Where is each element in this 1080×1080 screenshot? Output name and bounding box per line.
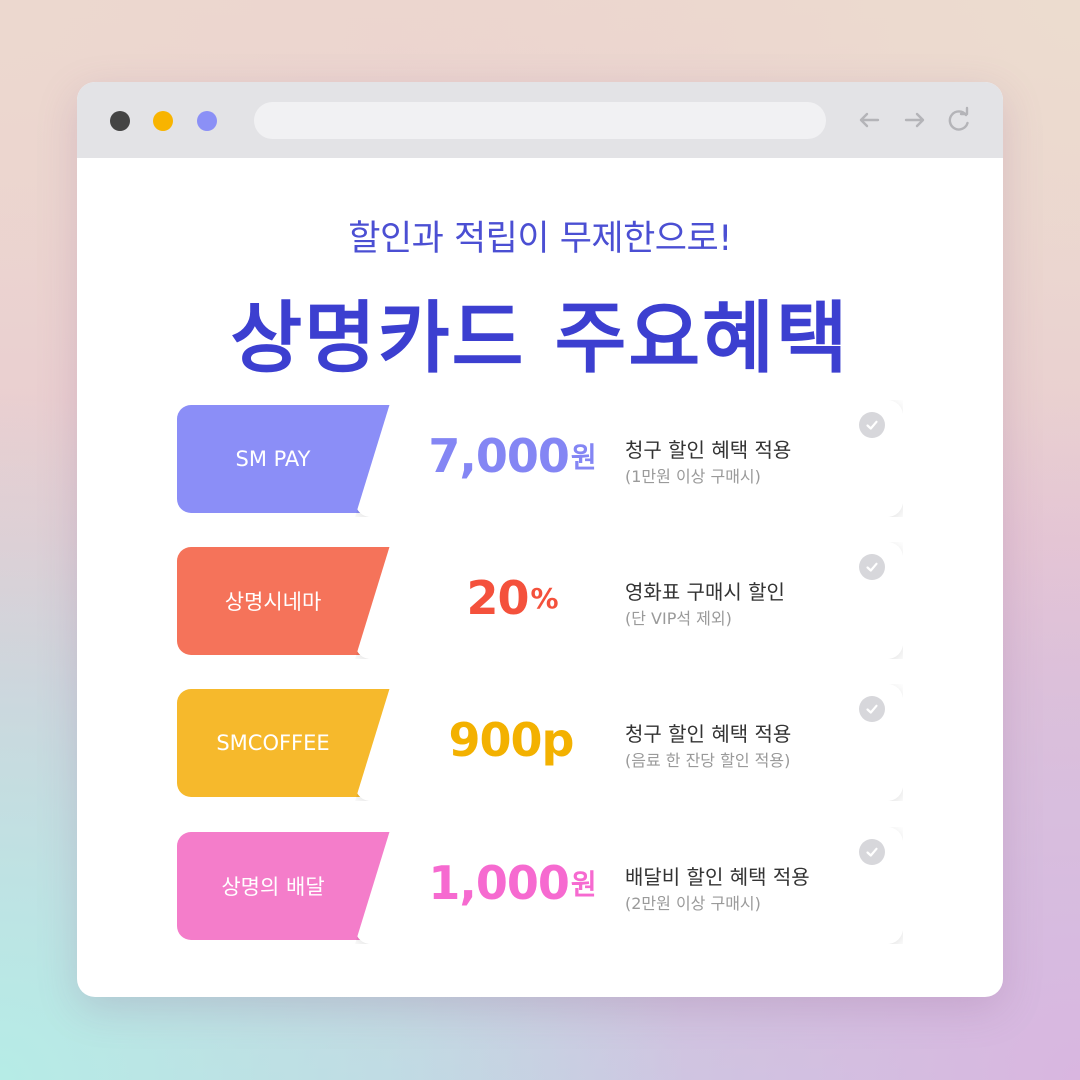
- checkmark-icon[interactable]: [859, 554, 885, 580]
- benefit-card-coffee[interactable]: SMCOFFEE 900p 청구 할인 혜택 적용 (음료 한 잔당 할인 적용…: [177, 684, 903, 801]
- benefit-card-delivery[interactable]: 상명의 배달 1,000 원 배달비 할인 혜택 적용 (2만원 이상 구매시): [177, 827, 903, 944]
- reload-icon[interactable]: [944, 105, 974, 135]
- benefit-description: 영화표 구매시 할인: [625, 580, 785, 604]
- benefit-value: 900p: [448, 713, 575, 767]
- benefit-value: 20%: [466, 571, 558, 625]
- benefit-note: (1만원 이상 구매시): [625, 467, 761, 486]
- checkmark-icon[interactable]: [859, 839, 885, 865]
- checkmark-icon[interactable]: [859, 412, 885, 438]
- benefit-label: 상명의 배달: [221, 875, 325, 899]
- benefit-description: 청구 할인 혜택 적용: [625, 722, 792, 746]
- close-window-dot[interactable]: [110, 111, 130, 131]
- page-subtitle: 할인과 적립이 무제한으로!: [348, 219, 732, 259]
- benefit-note: (음료 한 잔당 할인 적용): [625, 751, 791, 770]
- benefit-card-sm-pay[interactable]: SM PAY 7,000 원 청구 할인 혜택 적용 (1만원 이상 구매시): [177, 400, 903, 517]
- benefit-note: (2만원 이상 구매시): [625, 894, 761, 913]
- benefit-value: 7,000 원: [428, 429, 596, 483]
- browser-window: 할인과 적립이 무제한으로! 상명카드 주요혜택 SM PAY 7,000 원 청…: [77, 82, 1003, 997]
- benefit-label: SM PAY: [235, 447, 311, 471]
- maximize-window-dot[interactable]: [197, 111, 217, 131]
- checkmark-icon[interactable]: [859, 696, 885, 722]
- forward-arrow-icon[interactable]: [900, 105, 930, 135]
- benefit-note: (단 VIP석 제외): [625, 609, 732, 628]
- address-bar[interactable]: [254, 102, 826, 139]
- benefit-value: 1,000 원: [428, 856, 596, 910]
- benefit-card-cinema[interactable]: 상명시네마 20% 영화표 구매시 할인 (단 VIP석 제외): [177, 542, 903, 659]
- minimize-window-dot[interactable]: [153, 111, 173, 131]
- page-title: 상명카드 주요혜택: [230, 294, 850, 384]
- benefit-label: 상명시네마: [224, 590, 322, 614]
- benefit-description: 배달비 할인 혜택 적용: [625, 865, 810, 889]
- benefit-description: 청구 할인 혜택 적용: [625, 438, 792, 462]
- back-arrow-icon[interactable]: [854, 105, 884, 135]
- benefit-label: SMCOFFEE: [216, 731, 330, 755]
- browser-titlebar: [77, 82, 1003, 158]
